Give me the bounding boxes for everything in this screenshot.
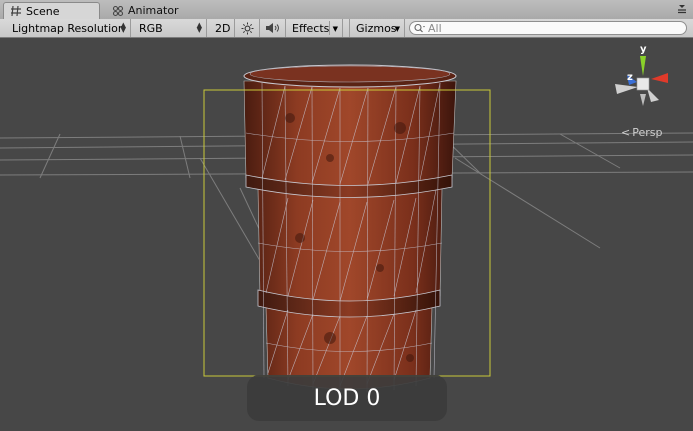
search-input[interactable]: All — [409, 21, 687, 35]
scene-window: Scene Animator Lightmap Resolution ▲ ▼ RG… — [0, 0, 693, 431]
scene-hash-icon — [11, 5, 21, 17]
dropdown-updown-icon: ▲ ▼ — [196, 21, 202, 34]
dropdown-updown-icon: ▲ ▼ — [120, 21, 126, 34]
orientation-gizmo[interactable]: y z — [607, 42, 683, 112]
effects-label: Effects — [292, 21, 330, 35]
lod-indicator: LOD 0 — [247, 375, 447, 421]
dropdown-arrow-icon: ▼ — [332, 25, 338, 33]
tab-scene-label: Scene — [26, 4, 60, 18]
audio-toggle-button[interactable] — [260, 19, 286, 37]
draw-mode-dropdown[interactable]: Lightmap Resolution ▲ ▼ — [0, 19, 131, 37]
dropdown-arrow-icon: ▼ — [394, 25, 400, 33]
scene-viewport[interactable]: y z < Persp LOD 0 — [0, 38, 693, 431]
gizmo-center-cube[interactable] — [636, 77, 650, 91]
gizmos-label: Gizmos — [356, 21, 397, 35]
sun-icon — [241, 22, 253, 34]
search-icon — [414, 23, 425, 33]
axis-neg-y-cone[interactable] — [640, 94, 646, 106]
speaker-icon — [265, 23, 279, 33]
chevron-left-icon: < — [621, 126, 631, 139]
axis-y-label: y — [640, 44, 647, 55]
tab-animator[interactable]: Animator — [106, 2, 196, 19]
tab-scene[interactable]: Scene — [3, 2, 100, 19]
tab-menu-icon[interactable] — [677, 3, 687, 15]
tab-bar: Scene Animator — [0, 0, 693, 20]
render-mode-label: RGB — [139, 21, 163, 35]
scene-toolbar: Lightmap Resolution ▲ ▼ RGB ▲ ▼ 2D Effects… — [0, 19, 693, 38]
effects-dropdown[interactable]: Effects ▼ — [287, 19, 343, 37]
divider — [329, 21, 330, 35]
axis-z-label: z — [627, 72, 633, 83]
gizmos-dropdown[interactable]: Gizmos ▼ — [349, 19, 405, 37]
2d-toggle-button[interactable]: 2D — [210, 19, 235, 37]
tab-animator-label: Animator — [128, 4, 179, 17]
animator-icon — [112, 5, 124, 16]
scene-canvas — [0, 64, 693, 393]
axis-x-cone[interactable] — [651, 73, 668, 83]
2d-toggle-label: 2D — [215, 21, 231, 35]
axis-y-cone[interactable] — [640, 56, 646, 76]
render-mode-dropdown[interactable]: RGB ▲ ▼ — [131, 19, 207, 37]
search-placeholder: All — [428, 21, 442, 35]
projection-label: Persp — [632, 126, 663, 139]
projection-toggle[interactable]: < Persp — [621, 126, 662, 139]
draw-mode-label: Lightmap Resolution — [12, 21, 125, 35]
lod-label: LOD 0 — [313, 385, 381, 411]
axis-neg-x-cone[interactable] — [615, 84, 638, 94]
barrel-mesh[interactable] — [243, 64, 457, 393]
lighting-toggle-button[interactable] — [235, 19, 260, 37]
